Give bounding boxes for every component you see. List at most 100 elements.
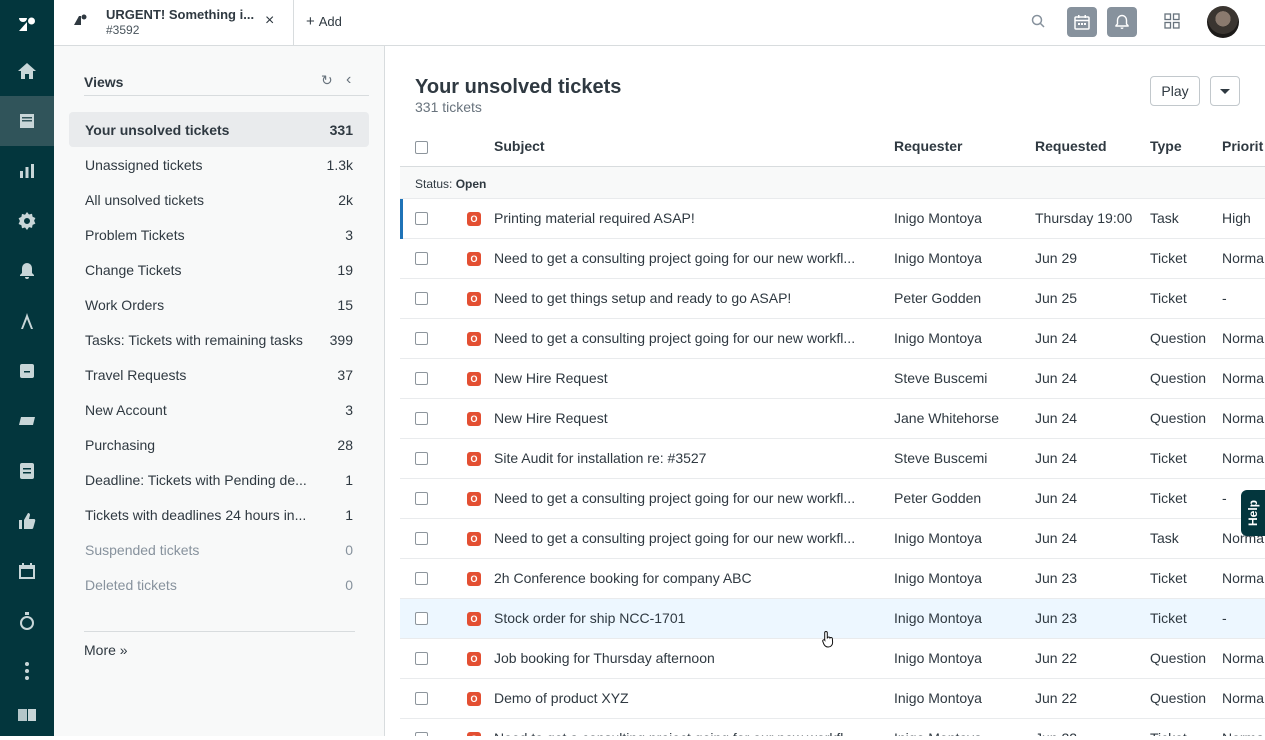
column-requester[interactable]: Requester xyxy=(894,138,962,154)
ticket-subject[interactable]: Stock order for ship NCC-1701 xyxy=(494,610,884,626)
table-row[interactable]: OPrinting material required ASAP!Inigo M… xyxy=(400,199,1265,239)
row-checkbox[interactable] xyxy=(415,332,428,345)
zendesk-wordmark-icon[interactable] xyxy=(0,690,54,740)
ticket-tab[interactable]: URGENT! Something i... #3592 × xyxy=(54,0,294,45)
table-row[interactable]: O2h Conference booking for company ABCIn… xyxy=(400,559,1265,599)
view-item[interactable]: Purchasing 28 xyxy=(69,427,369,462)
table-row[interactable]: ODemo of product XYZInigo MontoyaJun 22Q… xyxy=(400,679,1265,719)
row-checkbox[interactable] xyxy=(415,372,428,385)
row-checkbox[interactable] xyxy=(415,572,428,585)
calendar-button[interactable] xyxy=(1067,7,1097,37)
ticket-subject[interactable]: Need to get a consulting project going f… xyxy=(494,330,884,346)
view-label: Problem Tickets xyxy=(85,227,185,243)
row-checkbox[interactable] xyxy=(415,412,428,425)
row-checkbox[interactable] xyxy=(415,692,428,705)
table-row[interactable]: ONeed to get a consulting project going … xyxy=(400,239,1265,279)
ticket-subject[interactable]: Demo of product XYZ xyxy=(494,690,884,706)
ticket-subject[interactable]: Printing material required ASAP! xyxy=(494,210,884,226)
table-row[interactable]: ONeed to get a consulting project going … xyxy=(400,479,1265,519)
ticket-requester: Inigo Montoya xyxy=(894,570,1029,586)
divider xyxy=(84,631,355,632)
ticket-priority: Norma xyxy=(1222,730,1265,736)
row-checkbox[interactable] xyxy=(415,652,428,665)
search-icon[interactable] xyxy=(1030,13,1046,29)
ticket-subject[interactable]: New Hire Request xyxy=(494,410,884,426)
ticket-subject[interactable]: Need to get a consulting project going f… xyxy=(494,530,884,546)
view-item[interactable]: Tasks: Tickets with remaining tasks 399 xyxy=(69,322,369,357)
ticket-subject[interactable]: Site Audit for installation re: #3527 xyxy=(494,450,884,466)
home-icon[interactable] xyxy=(0,46,54,96)
options-dropdown-button[interactable] xyxy=(1210,76,1240,106)
thumbs-up-app-icon[interactable] xyxy=(0,496,54,546)
admin-gear-icon[interactable] xyxy=(0,196,54,246)
table-row[interactable]: ONew Hire RequestSteve BuscemiJun 24Ques… xyxy=(400,359,1265,399)
ticket-subject[interactable]: New Hire Request xyxy=(494,370,884,386)
view-item[interactable]: All unsolved tickets 2k xyxy=(69,182,369,217)
row-checkbox[interactable] xyxy=(415,452,428,465)
ticket-subject[interactable]: Need to get a consulting project going f… xyxy=(494,250,884,266)
table-row[interactable]: OSite Audit for installation re: #3527St… xyxy=(400,439,1265,479)
table-row[interactable]: ONew Hire RequestJane WhitehorseJun 24Qu… xyxy=(400,399,1265,439)
notifications-bell-icon[interactable] xyxy=(0,246,54,296)
column-type[interactable]: Type xyxy=(1150,138,1182,154)
add-button[interactable]: +Add xyxy=(306,13,342,30)
view-item[interactable]: Travel Requests 37 xyxy=(69,357,369,392)
play-button[interactable]: Play xyxy=(1150,76,1200,106)
view-item[interactable]: Tickets with deadlines 24 hours in... 1 xyxy=(69,497,369,532)
help-button[interactable]: Help xyxy=(1241,490,1265,536)
timer-app-icon[interactable] xyxy=(0,596,54,646)
row-checkbox[interactable] xyxy=(415,212,428,225)
view-item[interactable]: Change Tickets 19 xyxy=(69,252,369,287)
row-checkbox[interactable] xyxy=(415,612,428,625)
view-item[interactable]: New Account 3 xyxy=(69,392,369,427)
ticket-type: Question xyxy=(1150,330,1220,346)
checklist-app-icon[interactable] xyxy=(0,446,54,496)
more-views-link[interactable]: More » xyxy=(84,642,128,658)
compass-app-icon[interactable] xyxy=(0,296,54,346)
reporting-icon[interactable] xyxy=(0,146,54,196)
ticket-requester: Jane Whitehorse xyxy=(894,410,1029,426)
column-priority[interactable]: Priorit xyxy=(1222,138,1263,154)
tab-ticket-number: #3592 xyxy=(106,23,139,37)
table-row[interactable]: ONeed to get a consulting project going … xyxy=(400,519,1265,559)
more-apps-icon[interactable] xyxy=(0,646,54,696)
status-open-badge: O xyxy=(467,372,481,386)
view-item[interactable]: Unassigned tickets 1.3k xyxy=(69,147,369,182)
table-row[interactable]: ONeed to get a consulting project going … xyxy=(400,719,1265,736)
row-checkbox[interactable] xyxy=(415,532,428,545)
views-icon[interactable] xyxy=(0,96,54,146)
collapse-panel-icon[interactable]: ‹ xyxy=(346,71,351,89)
notifications-button[interactable] xyxy=(1107,7,1137,37)
view-item[interactable]: Work Orders 15 xyxy=(69,287,369,322)
row-checkbox[interactable] xyxy=(415,292,428,305)
view-item[interactable]: Deleted tickets 0 xyxy=(69,567,369,602)
column-subject[interactable]: Subject xyxy=(494,138,545,154)
ticket-subject[interactable]: Job booking for Thursday afternoon xyxy=(494,650,884,666)
workflow-app-icon[interactable] xyxy=(0,346,54,396)
ticket-app-icon[interactable] xyxy=(0,396,54,446)
view-item[interactable]: Problem Tickets 3 xyxy=(69,217,369,252)
ticket-count: 331 tickets xyxy=(415,99,482,115)
column-requested[interactable]: Requested xyxy=(1035,138,1107,154)
table-row[interactable]: ONeed to get a consulting project going … xyxy=(400,319,1265,359)
view-item[interactable]: Suspended tickets 0 xyxy=(69,532,369,567)
ticket-subject[interactable]: Need to get a consulting project going f… xyxy=(494,730,884,736)
ticket-subject[interactable]: Need to get things setup and ready to go… xyxy=(494,290,884,306)
row-checkbox[interactable] xyxy=(415,492,428,505)
table-row[interactable]: O Need to get things setup and ready to g… xyxy=(400,279,1265,319)
row-checkbox[interactable] xyxy=(415,732,428,736)
view-count: 1 xyxy=(345,472,353,488)
ticket-subject[interactable]: 2h Conference booking for company ABC xyxy=(494,570,884,586)
select-all-checkbox[interactable] xyxy=(415,141,428,154)
user-avatar[interactable] xyxy=(1207,6,1239,38)
view-item[interactable]: Deadline: Tickets with Pending de... 1 xyxy=(69,462,369,497)
status-open-badge: O xyxy=(467,292,481,306)
zendesk-logo-icon[interactable] xyxy=(0,0,54,50)
close-tab-icon[interactable]: × xyxy=(265,12,274,30)
product-tray-icon[interactable] xyxy=(1164,13,1180,29)
view-item[interactable]: Your unsolved tickets 331 xyxy=(69,112,369,147)
row-checkbox[interactable] xyxy=(415,252,428,265)
refresh-icon[interactable]: ↻ xyxy=(321,72,333,89)
ticket-subject[interactable]: Need to get a consulting project going f… xyxy=(494,490,884,506)
calendar-app-icon[interactable] xyxy=(0,546,54,596)
